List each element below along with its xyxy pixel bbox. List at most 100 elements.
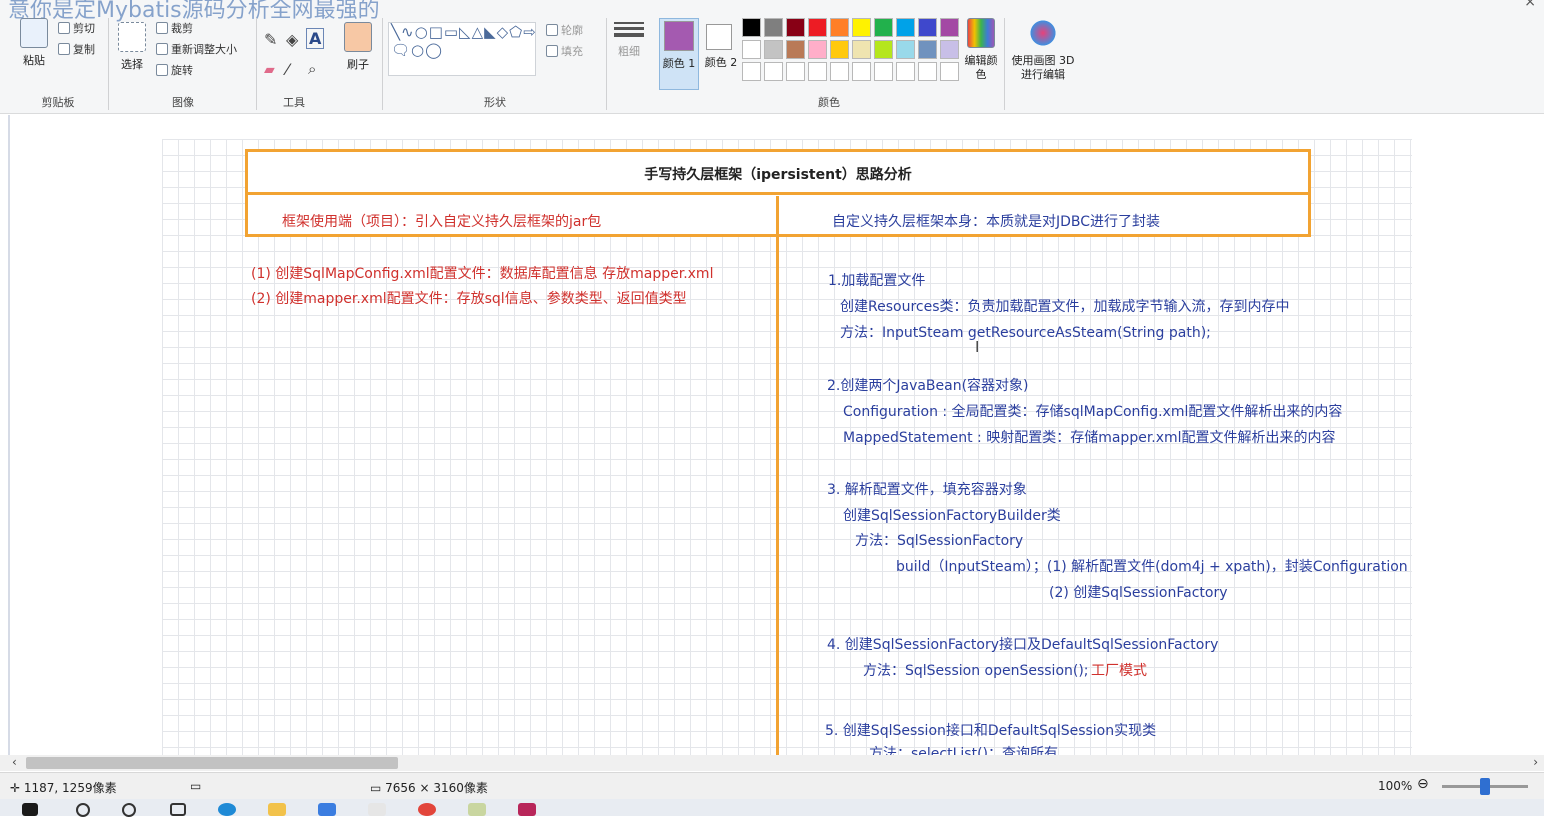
paint3d-icon [1029, 18, 1057, 48]
canvas-edge [8, 115, 10, 755]
step-4-title: 4. 创建SqlSessionFactory接口及DefaultSqlSessi… [827, 637, 1219, 653]
fill-icon[interactable]: ◈ [286, 30, 298, 49]
rotate-label: 旋转 [171, 64, 193, 77]
tools-group: ✎ ◈ A ▰ ⁄ ⌕ 工具 [260, 14, 328, 114]
resize-label: 重新调整大小 [171, 43, 237, 56]
scroll-right-icon[interactable]: › [1533, 755, 1538, 769]
jetbrains-icon[interactable] [518, 803, 536, 816]
canvas-size-text: 7656 × 3160像素 [385, 781, 488, 795]
brushes-group: 刷子 [334, 14, 380, 114]
cortana-icon[interactable] [122, 803, 136, 817]
cursor-position-text: 1187, 1259像素 [23, 781, 117, 795]
copy-button[interactable]: 复制 [58, 41, 95, 57]
pencil-icon[interactable]: ✎ [264, 30, 277, 49]
title-bar: 意你是定Mybatis源码分析全网最强的 × [0, 0, 1544, 23]
brushes-button[interactable]: 刷子 [340, 22, 376, 72]
selection-icon: ▭ [190, 779, 202, 793]
text-cursor: I [975, 338, 980, 356]
divider [1004, 18, 1005, 110]
scroll-left-icon[interactable]: ‹ [12, 755, 17, 769]
copy-icon [58, 43, 70, 55]
column-divider [776, 196, 779, 756]
left-line-1: (1) 创建SqlMapConfig.xml配置文件：数据库配置信息 存放map… [251, 266, 714, 282]
horizontal-scrollbar[interactable]: ‹ › [0, 755, 1544, 771]
step-1-resources: 创建Resources类：负责加载配置文件，加载成字节输入流，存到内存中 [840, 299, 1290, 315]
task-view-icon[interactable] [170, 803, 186, 816]
paint3d-label: 使用画图 3D 进行编辑 [1011, 54, 1075, 81]
step-3-builder: 创建SqlSessionFactoryBuilder类 [843, 508, 1061, 524]
shapes-label: 形状 [484, 96, 506, 109]
step-3-build: build（InputSteam）；(1) 解析配置文件(dom4j + xpa… [896, 559, 1408, 575]
step-1-method: 方法：InputSteam getResourceAsSteam(String … [840, 325, 1211, 341]
right-header: 自定义持久层框架本身：本质就是对JDBC进行了封装 [832, 214, 1161, 230]
select-icon [118, 22, 146, 52]
divider [108, 18, 109, 110]
crop-label: 裁剪 [171, 22, 193, 35]
scissors-icon [58, 22, 70, 34]
taskbar [0, 799, 1544, 817]
cut-button[interactable]: 剪切 [58, 20, 95, 36]
app-icon[interactable] [368, 803, 386, 816]
divider [382, 18, 383, 110]
divider [606, 18, 607, 110]
zoom-slider-knob[interactable] [1480, 778, 1490, 795]
color-picker-icon[interactable]: ⁄ [286, 60, 289, 79]
select-label: 选择 [121, 58, 143, 71]
magnifier-icon[interactable]: ⌕ [308, 60, 316, 78]
colors-group: 颜色 [656, 14, 1002, 114]
crop-button[interactable]: 裁剪 [156, 20, 193, 36]
step-4-method: 方法：SqlSession openSession(); [863, 663, 1089, 679]
step-3-method: 方法：SqlSessionFactory [855, 533, 1024, 549]
size-button[interactable]: 粗细 [610, 20, 648, 59]
step-1-title: 1.加载配置文件 [828, 273, 926, 289]
rotate-button[interactable]: 旋转 [156, 62, 193, 78]
ribbon: 意你是定Mybatis源码分析全网最强的 × 粘贴 剪切 复制 剪贴板 选择 裁… [0, 0, 1544, 114]
eraser-icon[interactable]: ▰ [264, 62, 275, 78]
step-5-method: 方法：selectList()：查询所有 [869, 746, 1058, 755]
crosshair-icon: ✛ [10, 781, 24, 795]
windows-start-icon[interactable] [22, 803, 38, 816]
step-2-title: 2.创建两个JavaBean(容器对象) [827, 378, 1029, 394]
search-icon[interactable] [76, 803, 90, 817]
select-button[interactable]: 选择 [114, 22, 150, 72]
chrome-icon[interactable] [418, 803, 436, 816]
resize-icon [156, 43, 168, 55]
clipboard-group: 粘贴 剪切 复制 剪贴板 [10, 14, 106, 114]
left-header: 框架使用端（项目）：引入自定义持久层框架的jar包 [282, 214, 602, 230]
step-3-create-factory: (2) 创建SqlSessionFactory [1049, 585, 1228, 601]
zoom-out-icon[interactable]: ⊖ [1417, 776, 1429, 792]
text-icon[interactable]: A [306, 28, 325, 49]
resize-button[interactable]: 重新调整大小 [156, 41, 237, 57]
scroll-thumb[interactable] [26, 757, 398, 769]
step-4-pattern: 工厂模式 [1091, 663, 1147, 679]
edge-icon[interactable] [218, 803, 236, 816]
tools-label: 工具 [283, 96, 305, 109]
copy-label: 复制 [73, 43, 95, 56]
canvas-size: ▭ 7656 × 3160像素 [370, 779, 488, 796]
header-divider [248, 192, 1308, 195]
cursor-position: ✛ 1187, 1259像素 [10, 779, 117, 796]
zoom-slider[interactable] [1442, 778, 1528, 795]
paint-icon[interactable] [468, 803, 486, 816]
rotate-icon [156, 64, 168, 76]
size-label: 粗细 [618, 45, 640, 58]
colors-label: 颜色 [818, 96, 840, 109]
status-bar: ✛ 1187, 1259像素 ▭ ▭ 7656 × 3160像素 100% ⊖ [0, 772, 1544, 799]
close-icon[interactable]: × [1524, 0, 1536, 10]
brushes-label: 刷子 [347, 58, 369, 71]
step-2-mapped-statement: MappedStatement : 映射配置类：存储mapper.xml配置文件… [843, 430, 1336, 446]
shapes-group: 形状 [384, 14, 606, 114]
paste-button[interactable]: 粘贴 [16, 18, 52, 68]
left-line-2: (2) 创建mapper.xml配置文件：存放sql信息、参数类型、返回值类型 [251, 291, 687, 307]
step-3-title: 3. 解析配置文件，填充容器对象 [827, 482, 1027, 498]
canvas-size-icon: ▭ [370, 781, 386, 795]
file-explorer-icon[interactable] [268, 803, 286, 816]
paste-label: 粘贴 [23, 54, 45, 67]
step-5-title: 5. 创建SqlSession接口和DefaultSqlSession实现类 [825, 723, 1157, 739]
crop-icon [156, 22, 168, 34]
paste-icon [20, 18, 48, 48]
store-icon[interactable] [318, 803, 336, 816]
paint3d-button[interactable]: 使用画图 3D 进行编辑 [1010, 18, 1076, 82]
cut-label: 剪切 [73, 22, 95, 35]
clipboard-label: 剪贴板 [41, 96, 75, 109]
